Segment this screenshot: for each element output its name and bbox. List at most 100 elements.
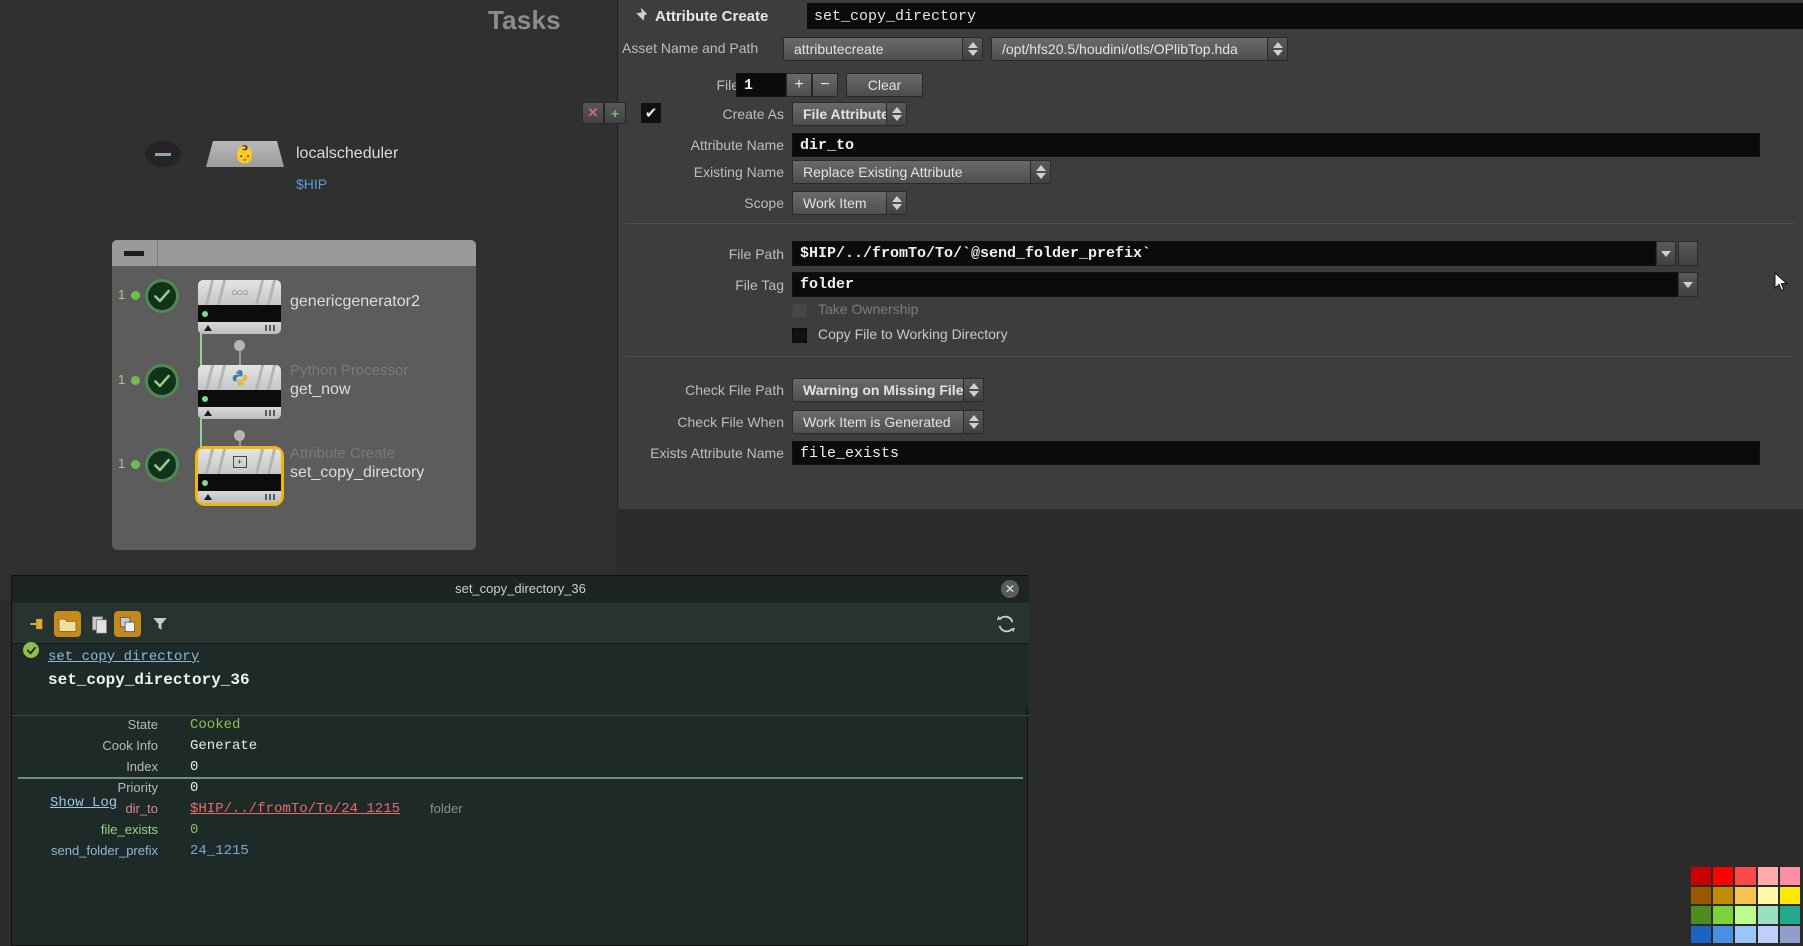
palette-swatch-12[interactable] <box>1735 906 1756 924</box>
scope-combo[interactable]: Work Item <box>792 191 907 215</box>
node-bottom-bar <box>198 491 281 503</box>
attribute-name-input[interactable]: dir_to <box>792 133 1760 157</box>
scope-arrows[interactable] <box>886 192 906 214</box>
asset-path-arrows[interactable] <box>1267 38 1287 60</box>
pin-icon[interactable] <box>628 5 650 27</box>
node-top-bar: ○○○ <box>198 280 281 305</box>
work-item-info-panel[interactable]: set_copy_directory_36 ✕ set_copy_directo… <box>11 575 1029 946</box>
network-box-header[interactable] <box>112 240 476 266</box>
files-decrement-button[interactable]: − <box>812 73 838 97</box>
palette-swatch-6[interactable] <box>1713 886 1734 904</box>
palette-swatch-8[interactable] <box>1757 886 1778 904</box>
palette-swatch-15[interactable] <box>1691 925 1712 943</box>
network-box[interactable]: 1 ○○○ genericgenerator2 1 Python Process… <box>112 240 476 550</box>
scheduler-icon: 👶 <box>234 144 256 164</box>
palette-swatch-0[interactable] <box>1691 867 1712 885</box>
asset-name-combo[interactable]: attributecreate <box>783 37 983 61</box>
node-cook-badge[interactable] <box>145 364 179 398</box>
existing-name-arrows[interactable] <box>1030 161 1050 183</box>
multiparm-delete-button[interactable]: ✕ <box>582 102 604 124</box>
palette-swatch-3[interactable] <box>1757 867 1778 885</box>
work-item-panel-title-bar: set_copy_directory_36 ✕ <box>12 576 1029 603</box>
asset-path-combo[interactable]: /opt/hfs20.5/houdini/otls/OPlibTop.hda <box>991 37 1288 61</box>
file-path-dropdown-button[interactable] <box>1656 241 1676 266</box>
create-as-arrows[interactable] <box>886 103 906 125</box>
palette-swatch-19[interactable] <box>1779 925 1800 943</box>
pdg-node-genericgenerator2[interactable]: ○○○ <box>198 280 281 334</box>
attribute-row-priority: Priority 0 <box>12 780 1029 798</box>
file-tag-dropdown-button[interactable] <box>1678 272 1698 297</box>
palette-swatch-18[interactable] <box>1757 925 1778 943</box>
asset-name-and-path-row: Asset Name and Path attributecreate /opt… <box>618 34 1803 63</box>
folder-icon[interactable] <box>54 611 81 637</box>
generator-icon: ○○○ <box>231 286 249 299</box>
palette-swatch-2[interactable] <box>1735 867 1756 885</box>
palette-swatch-10[interactable] <box>1691 906 1712 924</box>
palette-swatch-17[interactable] <box>1735 925 1756 943</box>
palette-swatch-14[interactable] <box>1779 906 1800 924</box>
check-file-path-combo[interactable]: Warning on Missing File <box>792 378 984 402</box>
file-tag-input[interactable]: folder <box>792 272 1678 297</box>
network-box-collapse-icon[interactable] <box>124 251 144 256</box>
create-as-combo[interactable]: File Attribute <box>792 102 907 126</box>
files-increment-button[interactable]: + <box>786 73 812 97</box>
palette-swatch-16[interactable] <box>1713 925 1734 943</box>
copy-file-to-working-directory-checkbox[interactable] <box>792 328 807 343</box>
palette-swatch-5[interactable] <box>1691 886 1712 904</box>
check-file-path-arrows[interactable] <box>963 379 983 401</box>
palette-swatch-9[interactable] <box>1779 886 1800 904</box>
work-item-divider <box>12 715 1029 716</box>
show-log-link[interactable]: Show Log <box>50 795 117 811</box>
existing-name-combo[interactable]: Replace Existing Attribute <box>792 160 1051 184</box>
palette-swatch-4[interactable] <box>1779 867 1800 885</box>
pdg-node-set-copy-directory[interactable]: + <box>195 446 284 506</box>
node-output-dot[interactable] <box>234 340 245 351</box>
copy-pages-icon[interactable] <box>86 611 113 637</box>
attribute-create-icon: + <box>232 455 247 468</box>
asset-name-arrows[interactable] <box>962 38 982 60</box>
parameter-panel-header: Attribute Create set_copy_directory i <box>618 0 1803 33</box>
attribute-key: file_exists <box>100 822 158 837</box>
pin-icon[interactable] <box>24 611 51 637</box>
refresh-icon[interactable] <box>995 613 1017 635</box>
attribute-row-state: State Cooked <box>12 717 1029 735</box>
attribute-value[interactable]: $HIP/../fromTo/To/24_1215 <box>190 801 400 817</box>
network-editor[interactable]: Tasks 👶 localscheduler $HIP 1 ○○○ generi… <box>0 0 617 600</box>
palette-swatch-13[interactable] <box>1757 906 1778 924</box>
palette-swatch-7[interactable] <box>1735 886 1756 904</box>
files-input[interactable]: 1 <box>736 73 786 97</box>
check-icon <box>154 374 170 388</box>
palette-swatch-11[interactable] <box>1713 906 1734 924</box>
scope-value: Work Item <box>803 195 867 211</box>
filter-icon[interactable] <box>146 611 173 637</box>
node-label-genericgenerator2: genericgenerator2 <box>290 293 420 310</box>
check-file-when-arrows[interactable] <box>963 411 983 433</box>
copy-file-to-working-directory-label: Copy File to Working Directory <box>818 326 1008 342</box>
check-file-when-combo[interactable]: Work Item is Generated <box>792 410 984 434</box>
scheduler-node[interactable]: 👶 <box>206 141 284 167</box>
copy-squares-icon[interactable] <box>114 611 141 637</box>
check-file-path-label: Check File Path <box>685 382 784 398</box>
multiparm-insert-button[interactable]: + <box>604 102 626 124</box>
create-as-label: Create As <box>722 106 784 122</box>
files-clear-button[interactable]: Clear <box>846 73 923 97</box>
file-tag-label: File Tag <box>735 277 784 293</box>
color-palette[interactable] <box>1688 864 1803 946</box>
node-output-dot[interactable] <box>234 430 245 441</box>
node-cook-badge[interactable] <box>145 279 179 313</box>
scheduler-collapse-icon[interactable] <box>145 141 181 167</box>
parameter-panel[interactable]: Attribute Create set_copy_directory i As… <box>582 0 1803 509</box>
parameter-node-name-input[interactable]: set_copy_directory <box>807 3 1803 29</box>
work-item-node-link[interactable]: set_copy_directory <box>48 649 199 665</box>
attribute-key: Cook Info <box>102 738 158 753</box>
file-path-browse-button[interactable] <box>1678 241 1698 266</box>
node-count-dot <box>131 376 140 385</box>
file-path-input[interactable]: $HIP/../fromTo/To/`@send_folder_prefix` <box>792 241 1656 266</box>
node-cook-badge[interactable] <box>145 448 179 482</box>
close-icon[interactable]: ✕ <box>1001 580 1019 598</box>
exists-attribute-name-input[interactable]: file_exists <box>792 441 1760 465</box>
pdg-node-get-now[interactable] <box>198 365 281 419</box>
palette-swatch-1[interactable] <box>1713 867 1734 885</box>
take-ownership-checkbox <box>792 303 807 318</box>
section-divider-2 <box>625 356 1795 357</box>
